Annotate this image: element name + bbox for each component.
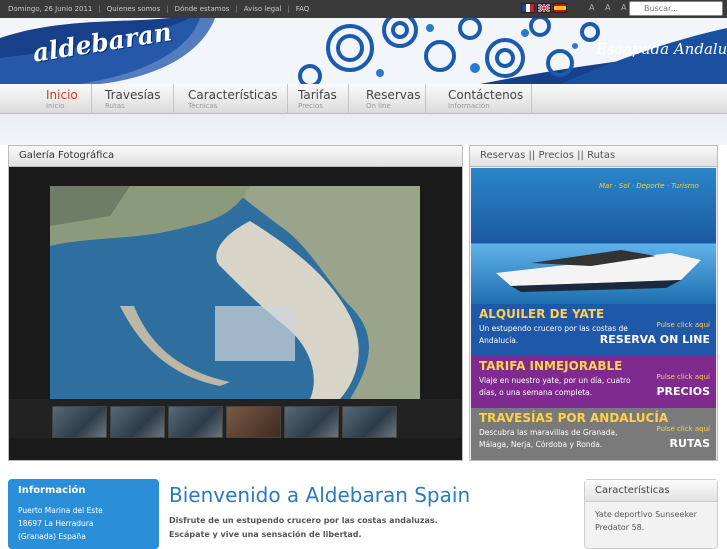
caracteristicas-box: Características Yate deportivo Sunseeker… (584, 479, 718, 549)
nav-item-inicio[interactable]: Inicio Inicio (36, 84, 92, 114)
header-banner: aldebaran Escapada Andaluza (0, 18, 727, 84)
info-title: Información (18, 485, 86, 496)
rutas-button[interactable]: RUTAS (670, 437, 711, 450)
caracteristicas-title: Características (585, 480, 717, 502)
nav-item-travesias[interactable]: Travesías Rutas (94, 84, 174, 114)
thumbnail[interactable] (342, 406, 397, 438)
welcome-title: Bienvenido a Aldebaran Spain (169, 483, 471, 507)
reserva-online-button[interactable]: RESERVA ON LINE (600, 333, 710, 346)
top-bar: Domingo, 26 Junio 2011 | Quienes somos | Dón… (0, 0, 727, 18)
search-input[interactable] (629, 1, 723, 16)
promo-tagline: Mar · Sol · Deporte · Turismo (599, 182, 699, 190)
welcome-text: Disfrute de un estupendo crucero por las… (169, 516, 438, 539)
nav-item-reservas[interactable]: Reservas On line (356, 84, 426, 114)
flag-spanish-icon[interactable] (553, 3, 567, 13)
yacht-image: Mar · Sol · Deporte · Turismo (471, 168, 716, 304)
main-nav: Inicio Inicio Travesías Rutas Característi… (0, 84, 727, 114)
separator-band (0, 114, 727, 145)
photo-gallery-panel: Galería Fotográfica (8, 145, 463, 461)
thumbnail[interactable] (226, 406, 281, 438)
gallery-main-photo[interactable] (50, 186, 420, 399)
slogan: Escapada Andaluza (596, 40, 727, 58)
promo-travesias[interactable]: TRAVESÍAS POR ANDALUCÍA Descubra las mar… (471, 408, 716, 460)
flag-english-icon[interactable] (537, 3, 551, 13)
thumbnail[interactable] (110, 406, 165, 438)
thumbnail[interactable] (52, 406, 107, 438)
promo-tarifa[interactable]: TARIFA INMEJORABLE Viaje en nuestro yate… (471, 356, 716, 408)
reservas-title: Reservas || Precios || Rutas (470, 146, 717, 167)
caracteristicas-text: Yate deportivo Sunseeker Predator 58. (595, 510, 697, 532)
flag-french-icon[interactable] (521, 3, 535, 13)
thumbnail-strip (9, 399, 462, 438)
promo-banner: Mar · Sol · Deporte · Turismo ALQUILER D… (471, 168, 716, 460)
info-address: Puerto Marina del Este 18697 La Herradur… (18, 506, 103, 541)
nav-item-tarifas[interactable]: Tarifas Precios (289, 84, 349, 114)
promo-alquiler[interactable]: ALQUILER DE YATE Un estupendo crucero po… (471, 304, 716, 356)
link-faq[interactable]: FAQ (296, 5, 310, 13)
thumbnail[interactable] (284, 406, 339, 438)
link-quienes-somos[interactable]: Quienes somos (107, 5, 161, 13)
thumbnail[interactable] (168, 406, 223, 438)
link-donde-estamos[interactable]: Dónde estamos (175, 5, 230, 13)
link-aviso-legal[interactable]: Aviso legal (244, 5, 282, 13)
precios-button[interactable]: PRECIOS (657, 385, 711, 398)
reservas-panel: Reservas || Precios || Rutas Mar · Sol ·… (469, 145, 718, 461)
font-size-controls[interactable]: A A A (589, 3, 631, 12)
current-date: Domingo, 26 Junio 2011 (8, 5, 93, 13)
nav-item-contactenos[interactable]: Contáctenos Información (436, 84, 532, 114)
info-box: Información Puerto Marina del Este 18697… (8, 479, 159, 549)
language-flags (521, 3, 567, 13)
nav-item-caracteristicas[interactable]: Características Técnicas (176, 84, 288, 114)
gallery-title: Galería Fotográfica (9, 146, 462, 167)
